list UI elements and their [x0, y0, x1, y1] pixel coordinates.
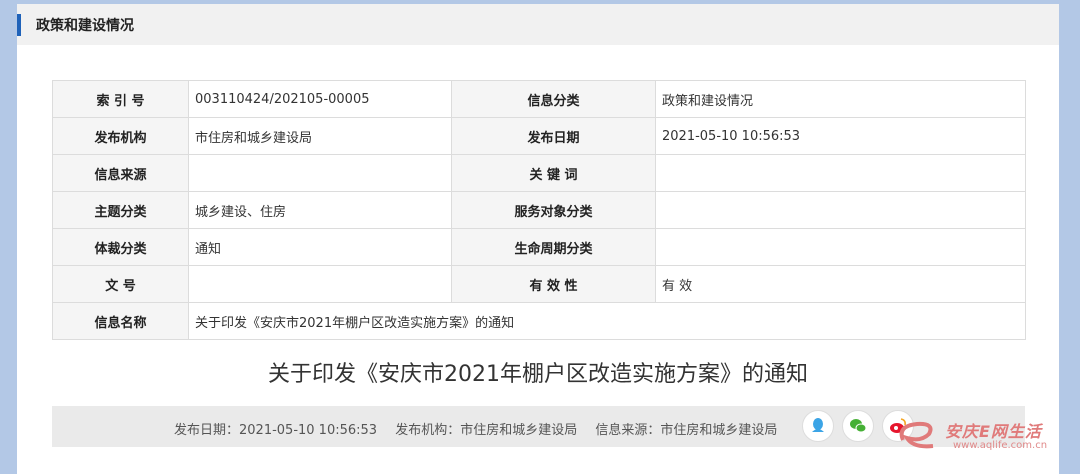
metadata-value: [655, 228, 1026, 266]
metadata-table: 索 引 号 003110424/202105-00005 信息分类 政策和建设情况 发布…: [52, 80, 1026, 340]
metadata-value: 有 效: [655, 265, 1026, 303]
metadata-value: 关于印发《安庆市2021年棚户区改造实施方案》的通知: [188, 302, 1026, 340]
metadata-label: 体裁分类: [52, 228, 189, 266]
metadata-row-name: 信息名称 关于印发《安庆市2021年棚户区改造实施方案》的通知: [52, 302, 1026, 340]
watermark-url: www.aqlife.com.cn: [953, 440, 1048, 451]
header-accent-bar: [17, 14, 21, 36]
metadata-value: 003110424/202105-00005: [188, 80, 452, 118]
site-watermark: 安庆E网生活 www.aqlife.com.cn: [895, 412, 1075, 458]
metadata-label: 有 效 性: [451, 265, 656, 303]
metadata-label: 发布机构: [52, 117, 189, 155]
panel-title: 政策和建设情况: [36, 18, 134, 34]
footer-info: 发布日期：2021-05-10 10:56:53 发布机构：市住房和城乡建设局 …: [174, 419, 791, 438]
wechat-icon: [850, 419, 867, 433]
metadata-row: 信息来源 关 键 词: [52, 154, 1026, 192]
metadata-row: 体裁分类 通知 生命周期分类: [52, 228, 1026, 266]
footer-source: 信息来源：市住房和城乡建设局: [595, 423, 778, 438]
metadata-label: 关 键 词: [451, 154, 656, 192]
metadata-label: 信息名称: [52, 302, 189, 340]
metadata-label: 文 号: [52, 265, 189, 303]
metadata-row: 发布机构 市住房和城乡建设局 发布日期 2021-05-10 10:56:53: [52, 117, 1026, 155]
metadata-label: 服务对象分类: [451, 191, 656, 229]
metadata-value: 通知: [188, 228, 452, 266]
qq-icon: [812, 418, 824, 432]
metadata-row: 索 引 号 003110424/202105-00005 信息分类 政策和建设情况: [52, 80, 1026, 118]
metadata-value: [188, 265, 452, 303]
panel-header: 政策和建设情况: [17, 4, 1059, 45]
metadata-row: 文 号 有 效 性有 效: [52, 265, 1026, 303]
metadata-label: 信息来源: [52, 154, 189, 192]
footer-publisher: 发布机构：市住房和城乡建设局: [395, 423, 578, 438]
metadata-label: 索 引 号: [52, 80, 189, 118]
metadata-label: 发布日期: [451, 117, 656, 155]
share-qq-button[interactable]: [802, 410, 834, 442]
content-panel: 政策和建设情况 索 引 号 003110424/202105-00005 信息分类政…: [17, 4, 1059, 474]
metadata-row: 主题分类 城乡建设、住房 服务对象分类: [52, 191, 1026, 229]
metadata-value: [188, 154, 452, 192]
watermark-text: 安庆E网生活: [945, 422, 1042, 441]
metadata-value: 2021-05-10 10:56:53: [655, 117, 1026, 155]
metadata-label: 生命周期分类: [451, 228, 656, 266]
metadata-value: 市住房和城乡建设局: [188, 117, 452, 155]
metadata-label: 信息分类: [451, 80, 656, 118]
document-title: 关于印发《安庆市2021年棚户区改造实施方案》的通知: [268, 362, 808, 387]
metadata-value: 政策和建设情况: [655, 80, 1026, 118]
metadata-value: [655, 191, 1026, 229]
footer-info-bar: 发布日期：2021-05-10 10:56:53 发布机构：市住房和城乡建设局 …: [52, 406, 1025, 447]
share-wechat-button[interactable]: [842, 410, 874, 442]
metadata-label: 主题分类: [52, 191, 189, 229]
metadata-value: [655, 154, 1026, 192]
footer-publish-date: 发布日期：2021-05-10 10:56:53: [174, 423, 378, 438]
metadata-value: 城乡建设、住房: [188, 191, 452, 229]
